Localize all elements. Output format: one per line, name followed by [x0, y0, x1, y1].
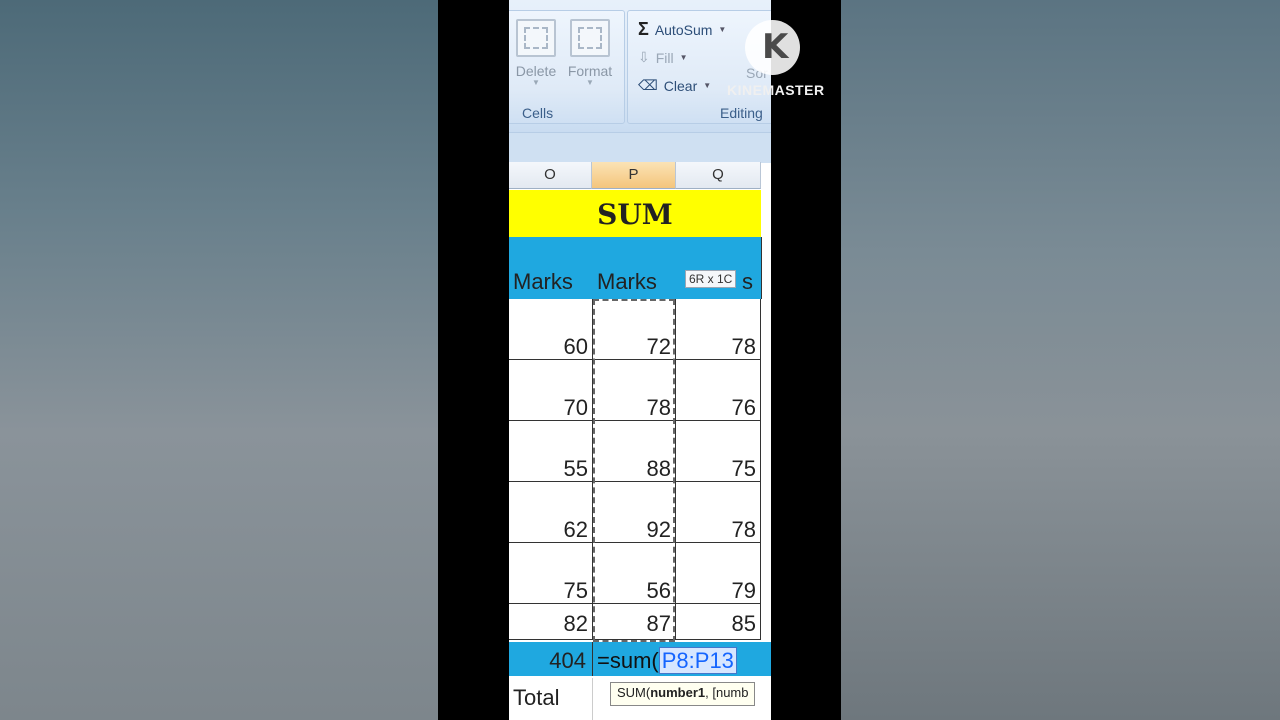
- sigma-icon: Σ: [638, 19, 649, 39]
- sheet-title: SUM FUNCTION: [509, 190, 761, 281]
- table-cell[interactable]: 75: [509, 543, 593, 604]
- table-cell[interactable]: 56: [593, 543, 676, 604]
- autosum-label: AutoSum: [654, 21, 713, 38]
- column-header-q[interactable]: Q: [676, 162, 761, 189]
- background-left: [0, 0, 438, 720]
- clear-button[interactable]: ⌫ Clear ▼: [638, 77, 711, 94]
- header-text: Marks: [513, 269, 573, 294]
- header-cell[interactable]: s: [676, 237, 762, 299]
- hint-rest: , [numb: [705, 685, 749, 700]
- delete-label: Delete: [515, 63, 557, 79]
- table-cell[interactable]: 60: [509, 299, 593, 360]
- background-right: [841, 0, 1280, 720]
- table-cell[interactable]: 78: [676, 299, 761, 360]
- excel-screen: Delete ▼ Format ▼ Cells Σ AutoSum ▼ ⇩ Fi…: [509, 0, 771, 720]
- autosum-button[interactable]: Σ AutoSum ▼: [638, 19, 726, 40]
- chevron-down-icon: ▼: [586, 78, 594, 87]
- header-text: s: [742, 269, 753, 294]
- format-button[interactable]: Format ▼: [564, 19, 616, 87]
- format-icon: [570, 19, 610, 57]
- editing-group: Σ AutoSum ▼ ⇩ Fill ▼ ⌫ Clear ▼ Sor Editi…: [627, 10, 771, 124]
- chevron-down-icon: ▼: [703, 81, 712, 90]
- table-cell[interactable]: 62: [509, 482, 593, 543]
- table-cell[interactable]: 76: [676, 360, 761, 421]
- selection-size-tooltip: 6R x 1C: [685, 270, 737, 288]
- table-cell[interactable]: 78: [676, 482, 761, 543]
- table-cell[interactable]: 87: [593, 604, 676, 640]
- kinemaster-watermark: KINEMASTER: [727, 82, 825, 98]
- column-header-p[interactable]: P: [592, 162, 676, 189]
- kinemaster-logo-letter: K: [762, 27, 789, 67]
- column-header-o[interactable]: O: [509, 162, 592, 189]
- cells-group: Delete ▼ Format ▼ Cells: [509, 10, 625, 124]
- total-label-cell[interactable]: Total: [509, 678, 593, 720]
- delete-icon: [516, 19, 556, 57]
- chevron-down-icon: ▼: [532, 78, 540, 87]
- table-cell[interactable]: 85: [676, 604, 761, 640]
- header-text: Marks: [597, 269, 657, 294]
- kinemaster-logo: K: [745, 20, 800, 75]
- cells-group-label: Cells: [522, 105, 554, 121]
- formula-bar-area: [509, 132, 771, 163]
- table-cell[interactable]: 72: [593, 299, 676, 360]
- editing-group-label: Editing: [720, 105, 763, 121]
- table-cell[interactable]: 92: [593, 482, 676, 543]
- table-cell[interactable]: 75: [676, 421, 761, 482]
- format-label: Format: [567, 63, 613, 79]
- chevron-down-icon: ▼: [679, 53, 688, 62]
- table-cell[interactable]: 88: [593, 421, 676, 482]
- table-cell[interactable]: 70: [509, 360, 593, 421]
- table-cell[interactable]: 79: [676, 543, 761, 604]
- hint-arg: number1: [650, 685, 706, 700]
- chevron-down-icon: ▼: [718, 25, 727, 34]
- table-cell[interactable]: 55: [509, 421, 593, 482]
- clear-label: Clear: [663, 77, 698, 94]
- eraser-icon: ⌫: [638, 77, 658, 93]
- table-cell[interactable]: 78: [593, 360, 676, 421]
- header-cell[interactable]: Marks: [509, 237, 594, 299]
- delete-button[interactable]: Delete ▼: [512, 19, 560, 87]
- sum-value-cell[interactable]: 404: [509, 642, 593, 676]
- fill-label: Fill: [655, 49, 674, 66]
- formula-range-ref: P8:P13: [658, 647, 737, 674]
- formula-prefix: =sum(: [597, 648, 659, 673]
- fill-icon: ⇩: [638, 49, 650, 65]
- hint-function-name: SUM(: [617, 685, 651, 700]
- table-cell[interactable]: 82: [509, 604, 593, 640]
- header-cell[interactable]: Marks: [593, 237, 677, 299]
- fill-button[interactable]: ⇩ Fill ▼: [638, 49, 688, 66]
- function-hint-tooltip: SUM(number1, [numb: [610, 682, 756, 706]
- ribbon: Delete ▼ Format ▼ Cells Σ AutoSum ▼ ⇩ Fi…: [509, 0, 771, 132]
- formula-cell[interactable]: =sum(P8:P13: [593, 642, 771, 676]
